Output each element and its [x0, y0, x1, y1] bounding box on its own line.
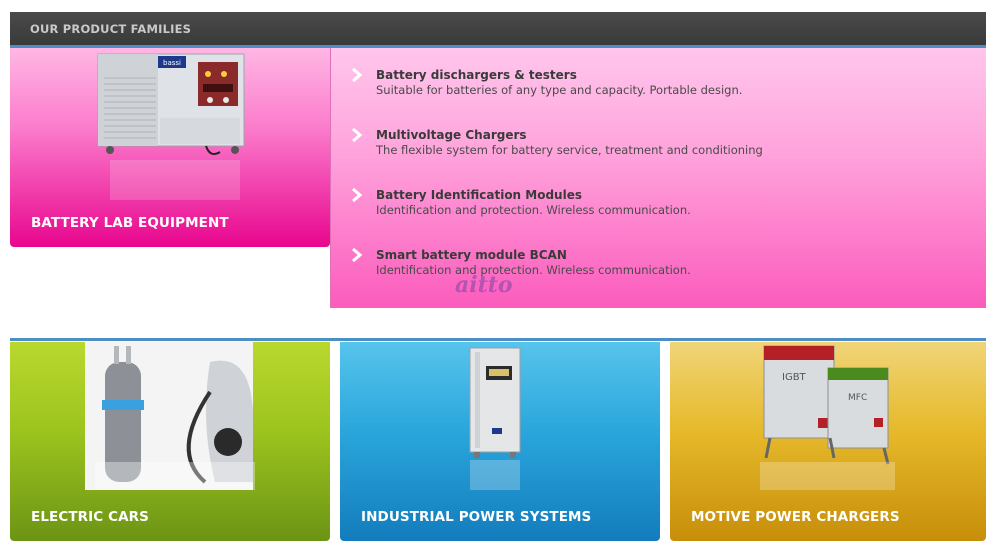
industrial-power-card[interactable]: INDUSTRIAL POWER SYSTEMS	[340, 342, 660, 541]
list-item-desc: Suitable for batteries of any type and c…	[376, 83, 743, 97]
battery-tester-machine-image: bassi	[97, 53, 245, 200]
list-item[interactable]: Battery Identification Modules Identific…	[376, 188, 691, 218]
list-item[interactable]: Multivoltage Chargers The flexible syste…	[376, 128, 763, 158]
electric-cars-title[interactable]: ELECTRIC CARS	[31, 509, 149, 525]
industrial-power-title[interactable]: INDUSTRIAL POWER SYSTEMS	[361, 509, 591, 525]
list-item-desc: The flexible system for battery service,…	[376, 143, 763, 157]
list-item-title[interactable]: Multivoltage Chargers	[376, 128, 763, 143]
list-item-desc: Identification and protection. Wireless …	[376, 263, 691, 277]
mfc-label: MFC	[848, 393, 867, 403]
electric-cars-card[interactable]: ELECTRIC CARS	[10, 342, 330, 541]
list-item[interactable]: Smart battery module BCAN Identification…	[376, 248, 691, 278]
watermark: aitto	[455, 272, 513, 298]
chevron-right-icon	[352, 188, 363, 202]
section-header: OUR PRODUCT FAMILIES	[10, 12, 986, 48]
battery-lab-product-list: Battery dischargers & testers Suitable f…	[330, 48, 986, 308]
ev-charging-plug-image	[85, 342, 255, 490]
chevron-right-icon	[352, 68, 363, 82]
device-logo: bassi	[163, 59, 181, 67]
section-title: OUR PRODUCT FAMILIES	[30, 22, 192, 36]
list-item-desc: Identification and protection. Wireless …	[376, 203, 691, 217]
list-item-title[interactable]: Smart battery module BCAN	[376, 248, 691, 263]
motive-chargers-image: IGBT MFC	[760, 345, 895, 490]
list-item-title[interactable]: Battery dischargers & testers	[376, 68, 742, 83]
motive-power-card[interactable]: IGBT MFC MOTIVE POWER CHARGERS	[670, 342, 986, 541]
industrial-cabinet-image	[469, 347, 521, 490]
battery-lab-card[interactable]: bassi BATTERY LAB EQUIPMENT	[10, 48, 330, 247]
battery-lab-title[interactable]: BATTERY LAB EQUIPMENT	[31, 215, 229, 231]
motive-power-title[interactable]: MOTIVE POWER CHARGERS	[691, 509, 900, 525]
chevron-right-icon	[352, 248, 363, 262]
chevron-right-icon	[352, 128, 363, 142]
igbt-label: IGBT	[782, 372, 807, 383]
list-item[interactable]: Battery dischargers & testers Suitable f…	[376, 68, 742, 98]
list-item-title[interactable]: Battery Identification Modules	[376, 188, 691, 203]
section-divider	[10, 338, 986, 341]
